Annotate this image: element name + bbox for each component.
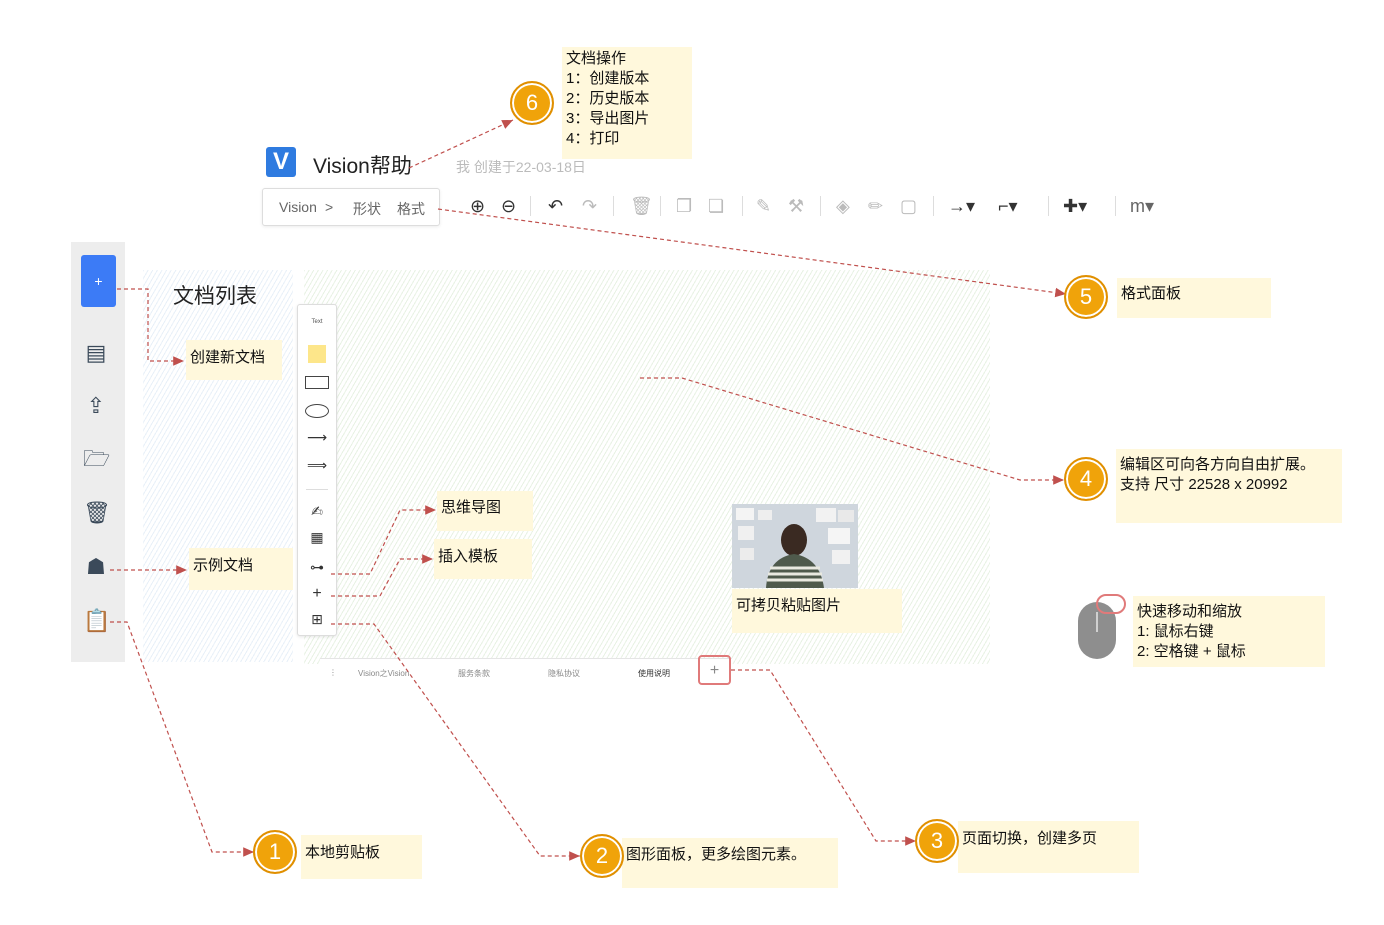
- annotation-arrows: [110, 119, 1067, 861]
- badge-4: 4: [1064, 457, 1108, 501]
- badge-2: 2: [580, 834, 624, 878]
- badge-5: 5: [1064, 275, 1108, 319]
- badge-1: 1: [253, 830, 297, 874]
- badge-6: 6: [510, 81, 554, 125]
- badge-3: 3: [915, 819, 959, 863]
